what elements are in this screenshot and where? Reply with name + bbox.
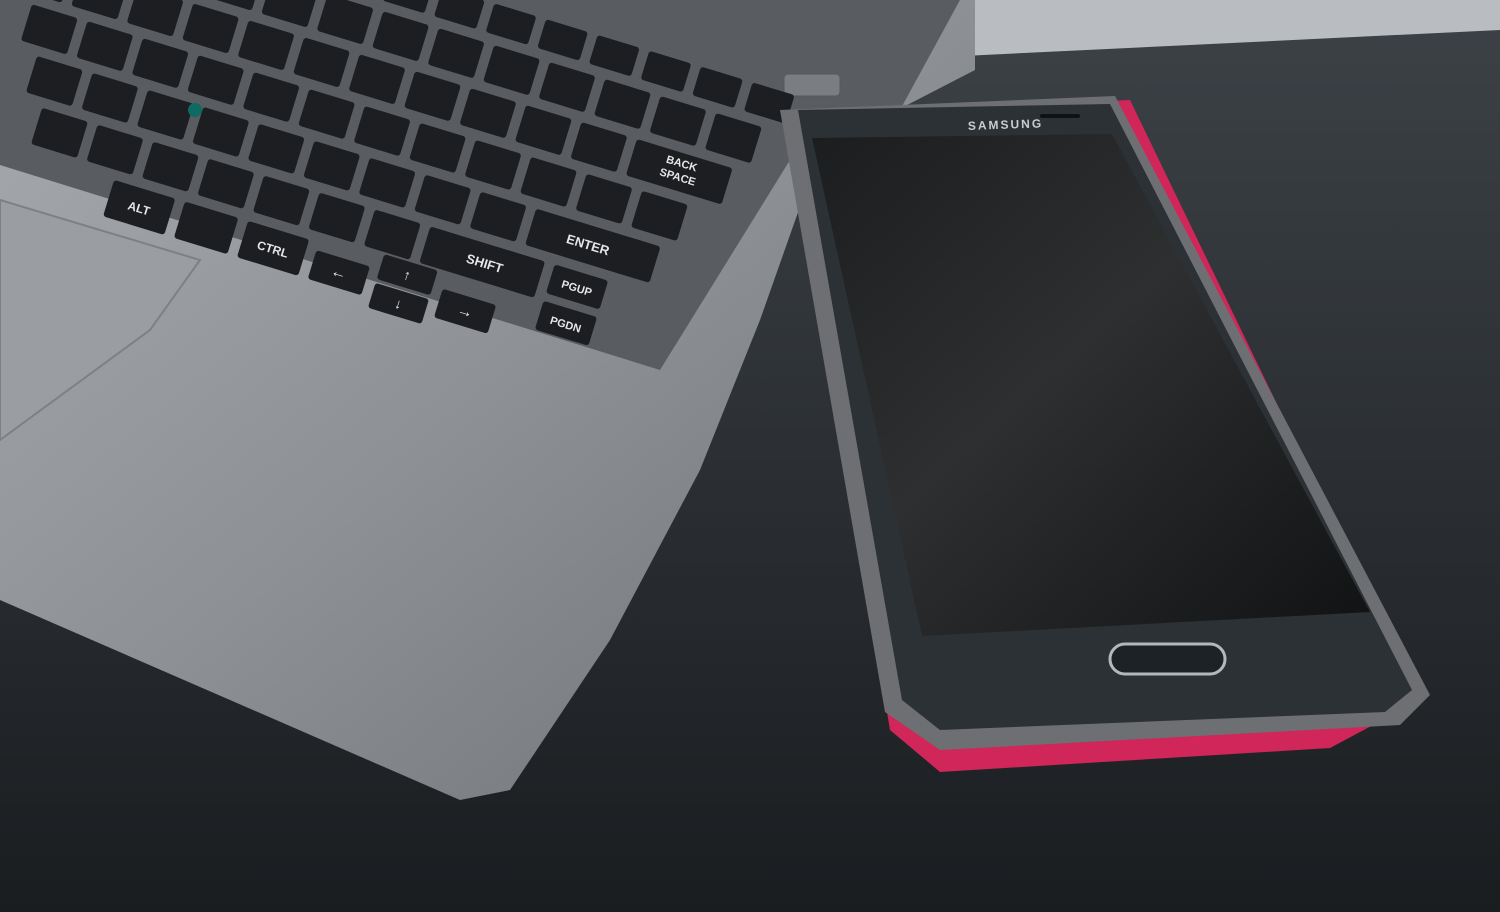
phone-brand: SAMSUNG: [968, 116, 1044, 133]
power-button[interactable]: [783, 73, 841, 97]
photo-scene: BACK SPACE ENTER SHIFT PGUP PGDN CTRL AL…: [0, 0, 1500, 912]
home-button[interactable]: [1108, 642, 1227, 676]
pointing-stick[interactable]: [188, 103, 202, 117]
earpiece: [1040, 114, 1080, 118]
